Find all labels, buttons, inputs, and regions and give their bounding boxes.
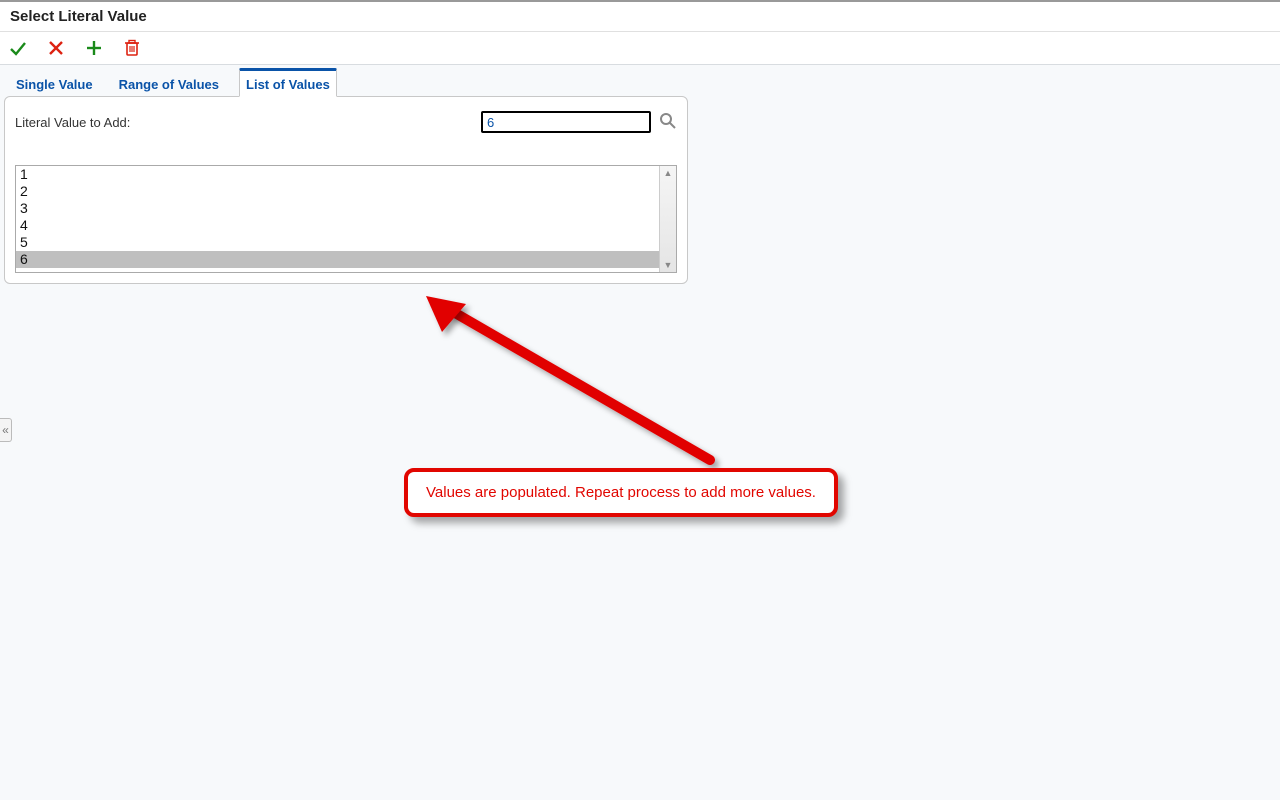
browse-button[interactable]: [659, 112, 677, 133]
title-bar: Select Literal Value: [0, 0, 1280, 32]
scroll-up-icon: ▲: [664, 166, 673, 180]
list-item[interactable]: 2: [16, 183, 659, 200]
chevron-double-left-icon: «: [2, 423, 9, 437]
values-listbox-items: 123456: [16, 166, 659, 272]
list-item[interactable]: 4: [16, 217, 659, 234]
list-item[interactable]: 5: [16, 234, 659, 251]
tab-list-of-values[interactable]: List of Values: [239, 68, 337, 97]
trash-icon: [124, 39, 140, 57]
page-title: Select Literal Value: [10, 8, 1270, 25]
values-listbox[interactable]: 123456 ▲ ▼: [15, 165, 677, 273]
list-item[interactable]: 3: [16, 200, 659, 217]
delete-button[interactable]: [122, 38, 142, 58]
scroll-down-icon: ▼: [664, 258, 673, 272]
annotation-callout: Values are populated. Repeat process to …: [404, 468, 838, 517]
collapse-sidebar-handle[interactable]: «: [0, 418, 12, 442]
annotation-text: Values are populated. Repeat process to …: [426, 484, 816, 501]
add-button[interactable]: [84, 38, 104, 58]
annotation-arrow: [420, 290, 740, 490]
listbox-scrollbar[interactable]: ▲ ▼: [659, 166, 676, 272]
cancel-button[interactable]: [46, 38, 66, 58]
check-icon: [8, 38, 28, 58]
x-icon: [47, 39, 65, 57]
literal-value-input[interactable]: [481, 111, 651, 133]
literal-value-label: Literal Value to Add:: [15, 115, 130, 130]
toolbar: [0, 32, 1280, 65]
tab-bar: Single Value Range of Values List of Val…: [0, 67, 1280, 96]
tab-range-of-values[interactable]: Range of Values: [113, 71, 225, 96]
ok-button[interactable]: [8, 38, 28, 58]
tab-single-value[interactable]: Single Value: [10, 71, 99, 96]
plus-icon: [85, 39, 103, 57]
list-item[interactable]: 6: [16, 251, 659, 268]
magnifier-icon: [659, 112, 677, 130]
list-item[interactable]: 1: [16, 166, 659, 183]
list-of-values-panel: Literal Value to Add: 123456 ▲ ▼: [4, 96, 688, 284]
literal-value-row: Literal Value to Add:: [15, 111, 677, 133]
